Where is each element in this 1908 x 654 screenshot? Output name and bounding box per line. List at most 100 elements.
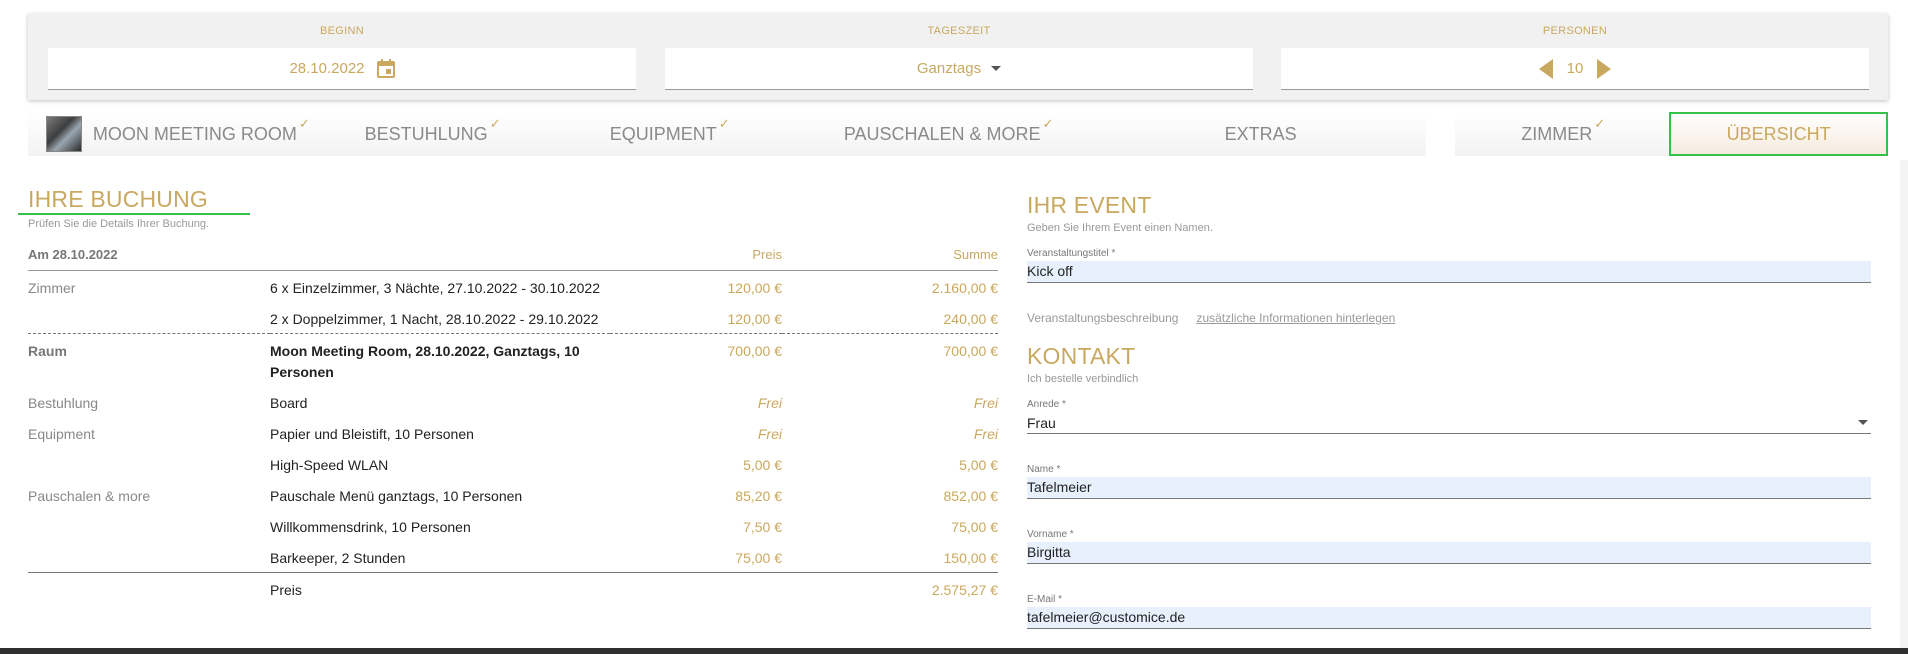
anrede-select[interactable]: Frau (1027, 412, 1871, 434)
row-category: Zimmer (28, 279, 76, 296)
tageszeit-label: TAGESZEIT (927, 25, 991, 37)
tab-label: ÜBERSICHT (1726, 123, 1831, 144)
name-label: Name * (1027, 464, 1061, 475)
event-title-input[interactable]: Kick off (1027, 261, 1871, 283)
filter-tageszeit: TAGESZEIT Ganztags (665, 14, 1253, 100)
tab-extras[interactable]: EXTRAS (1095, 112, 1425, 156)
event-form: IHR EVENT Geben Sie Ihrem Event einen Na… (1027, 192, 1871, 629)
row-total: 75,00 € (951, 518, 998, 535)
row-description: 6 x Einzelzimmer, 3 Nächte, 27.10.2022 -… (270, 279, 600, 296)
filter-bar: BEGINN 28.10.2022 TAGESZEIT Ganztags PER… (28, 14, 1888, 100)
vorname-input[interactable]: Birgitta (1027, 542, 1871, 564)
check-icon: ✓ (1042, 116, 1054, 131)
row-total: Frei (973, 394, 998, 411)
event-title-label: Veranstaltungstitel * (1027, 248, 1116, 259)
vorname-field: Vorname * Birgitta (1027, 529, 1871, 564)
row-category: Equipment (28, 425, 95, 442)
table-row: Willkommensdrink, 10 Personen 7,50 € 75,… (28, 510, 998, 541)
row-description: Pauschale Menü ganztags, 10 Personen (270, 487, 523, 504)
row-description: Willkommensdrink, 10 Personen (270, 518, 471, 535)
email-label: E-Mail * (1027, 594, 1063, 605)
email-input[interactable]: tafelmeier@customice.de (1027, 607, 1871, 629)
anrede-label: Anrede * (1027, 399, 1066, 410)
tab-gap (1425, 112, 1456, 156)
email-field: E-Mail * tafelmeier@customice.de (1027, 594, 1871, 629)
tab-label: MOON MEETING ROOM (92, 123, 297, 144)
title-underline (18, 213, 250, 215)
booking-title: IHRE BUCHUNG (28, 186, 209, 212)
additional-info-link[interactable]: zusätzliche Informationen hinterlegen (1196, 311, 1395, 325)
row-description: 2 x Doppelzimmer, 1 Nacht, 28.10.2022 - … (270, 310, 599, 327)
row-total: 2.160,00 € (931, 279, 998, 296)
personen-value: 10 (1566, 60, 1584, 77)
tab-label: BESTUHLUNG (364, 123, 488, 144)
row-category: Bestuhlung (28, 394, 99, 411)
row-price: Frei (757, 425, 782, 442)
tab-equipment[interactable]: EQUIPMENT ✓ (538, 112, 800, 156)
total-header: Summe (782, 240, 998, 271)
row-price: 75,00 € (735, 549, 782, 566)
table-row: High-Speed WLAN 5,00 € 5,00 € (28, 448, 998, 479)
tab-bestuhlung[interactable]: BESTUHLUNG ✓ (326, 112, 538, 156)
date-header: Am 28.10.2022 (28, 240, 610, 271)
filter-beginn: BEGINN 28.10.2022 (48, 14, 636, 100)
price-header: Preis (610, 240, 782, 271)
calendar-icon[interactable] (376, 59, 395, 78)
row-category (28, 448, 270, 479)
row-description: Barkeeper, 2 Stunden (270, 549, 406, 566)
booking-table: Am 28.10.2022 Preis Summe Zimmer 6 x Ein… (28, 240, 998, 604)
tab-pauschalen[interactable]: PAUSCHALEN & MORE ✓ (800, 112, 1096, 156)
increment-arrow-icon[interactable] (1597, 58, 1612, 79)
table-row: Barkeeper, 2 Stunden 75,00 € 150,00 € (28, 541, 998, 573)
personen-label: PERSONEN (1542, 25, 1608, 37)
table-row-total: Preis 2.575,27 € (28, 571, 998, 604)
chevron-down-icon (1858, 420, 1868, 425)
event-description-label: Veranstaltungsbeschreibung (1027, 311, 1179, 325)
row-description: Preis (270, 571, 610, 604)
row-category (28, 541, 270, 573)
table-header: Am 28.10.2022 Preis Summe (28, 240, 998, 271)
row-category (28, 571, 270, 604)
tab-zimmer[interactable]: ZIMMER ✓ (1455, 112, 1669, 156)
vorname-label: Vorname * (1027, 529, 1074, 540)
room-thumbnail (45, 116, 82, 152)
event-title: IHR EVENT (1027, 192, 1152, 218)
filter-personen: PERSONEN 10 (1281, 14, 1869, 100)
row-price: 85,20 € (735, 487, 782, 504)
row-total: 240,00 € (943, 310, 999, 327)
row-price: 5,00 € (743, 456, 782, 473)
bottom-bar (0, 648, 1908, 654)
row-description: Moon Meeting Room, 28.10.2022, Ganztags,… (270, 332, 610, 386)
row-total: 852,00 € (943, 487, 999, 504)
check-icon: ✓ (718, 116, 730, 131)
tab-moon-meeting-room[interactable]: MOON MEETING ROOM ✓ (28, 112, 326, 156)
row-description: High-Speed WLAN (270, 456, 389, 473)
table-row: Zimmer 6 x Einzelzimmer, 3 Nächte, 27.10… (28, 270, 998, 302)
tab-label: EXTRAS (1224, 123, 1297, 144)
row-total: Frei (973, 425, 998, 442)
tageszeit-select[interactable]: Ganztags (665, 48, 1253, 90)
booking-hint: Prüfen Sie die Details Ihrer Buchung. (28, 218, 209, 230)
row-description: Board (270, 394, 308, 411)
date-picker[interactable]: 28.10.2022 (48, 48, 636, 90)
table-row: Bestuhlung Board Frei Frei (28, 386, 998, 417)
row-total: 2.575,27 € (782, 571, 998, 604)
anrede-field: Anrede * Frau (1027, 399, 1871, 434)
personen-stepper[interactable]: 10 (1281, 48, 1869, 90)
row-total: 700,00 € (782, 332, 998, 386)
decrement-arrow-icon[interactable] (1538, 58, 1553, 79)
table-row: Equipment Papier und Bleistift, 10 Perso… (28, 417, 998, 448)
row-price: 120,00 € (727, 310, 783, 327)
beginn-label: BEGINN (320, 25, 364, 37)
tab-uebersicht[interactable]: ÜBERSICHT (1669, 112, 1889, 156)
contact-hint: Ich bestelle verbindlich (1027, 373, 1139, 385)
table-row: 2 x Doppelzimmer, 1 Nacht, 28.10.2022 - … (28, 302, 998, 334)
event-title-field: Veranstaltungstitel * Kick off (1027, 248, 1871, 283)
table-row: Raum Moon Meeting Room, 28.10.2022, Ganz… (28, 332, 998, 386)
name-input[interactable]: Tafelmeier (1027, 477, 1871, 499)
tab-label: ZIMMER (1521, 123, 1593, 144)
vertical-scrollbar[interactable] (1900, 160, 1908, 648)
row-total: 150,00 € (943, 549, 999, 566)
table-row: Pauschalen & more Pauschale Menü ganztag… (28, 479, 998, 510)
row-category (28, 302, 270, 334)
